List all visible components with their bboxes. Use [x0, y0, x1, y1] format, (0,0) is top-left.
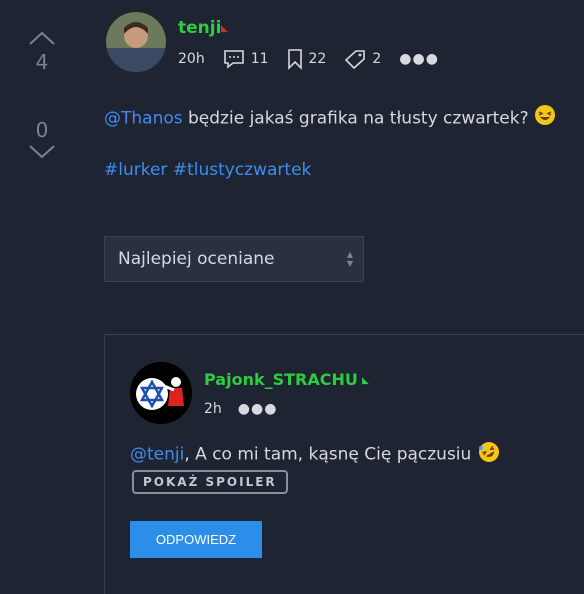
favorite-button[interactable]: 22	[287, 48, 327, 70]
vote-up-block: 4	[0, 30, 84, 74]
post-time: 20h	[178, 51, 205, 67]
comment-avatar[interactable]	[130, 362, 192, 424]
select-arrows-icon: ▲ ▼	[346, 250, 353, 268]
comment-meta: 2h ●●●	[204, 401, 277, 417]
comments-button[interactable]: 11	[223, 49, 269, 69]
tag-icon	[345, 50, 366, 69]
vote-down-block: 0	[0, 118, 84, 160]
more-options-icon[interactable]: ●●●	[238, 401, 278, 417]
reply-button[interactable]: ODPOWIEDZ	[130, 521, 262, 558]
favorites-count: 22	[308, 51, 327, 67]
rofl-emoji-icon	[477, 440, 501, 469]
laughing-emoji-icon	[534, 104, 556, 133]
post-text: @Thanos będzie jakaś grafika na tłusty c…	[104, 104, 556, 133]
post-content: będzie jakaś grafika na tłusty czwartek?	[182, 108, 535, 129]
tags-count: 2	[372, 51, 382, 67]
upvote-count: 4	[35, 50, 49, 74]
comment-author[interactable]: Pajonk_STRACHU	[204, 370, 358, 389]
chevron-down-icon[interactable]	[28, 144, 56, 160]
post-mention[interactable]: @Thanos	[104, 109, 183, 129]
post-author[interactable]: tenji	[178, 18, 221, 38]
comment-text: @tenji, A co mi tam, kąsnę Cię pączusiu	[130, 440, 501, 469]
post-tags: #lurker #tlustyczwartek	[104, 160, 311, 180]
more-options-icon[interactable]: ●●●	[399, 51, 439, 67]
sort-selected-value: Najlepiej oceniane	[118, 249, 275, 269]
avatar[interactable]	[106, 12, 166, 72]
tag-link[interactable]: #lurker	[104, 160, 167, 180]
comment-icon	[223, 50, 244, 69]
tag-link[interactable]: #tlustyczwartek	[173, 160, 312, 180]
downvote-count: 0	[35, 118, 49, 142]
sort-select[interactable]: Najlepiej oceniane ▲ ▼	[104, 236, 364, 282]
show-spoiler-button[interactable]: POKAŻ SPOILER	[132, 470, 288, 494]
post-meta: 20h 11 22 2 ●●●	[178, 48, 439, 70]
rss-icon: ◣	[362, 376, 369, 386]
rss-icon: ◣	[221, 24, 228, 34]
chevron-up-icon[interactable]	[28, 30, 56, 46]
tags-button[interactable]: 2	[344, 49, 381, 69]
bookmark-icon	[287, 49, 302, 70]
comment-mention[interactable]: @tenji	[130, 445, 184, 465]
comments-count: 11	[250, 51, 269, 67]
comment-time: 2h	[204, 401, 222, 417]
comment-content: , A co mi tam, kąsnę Cię pączusiu	[184, 444, 477, 465]
